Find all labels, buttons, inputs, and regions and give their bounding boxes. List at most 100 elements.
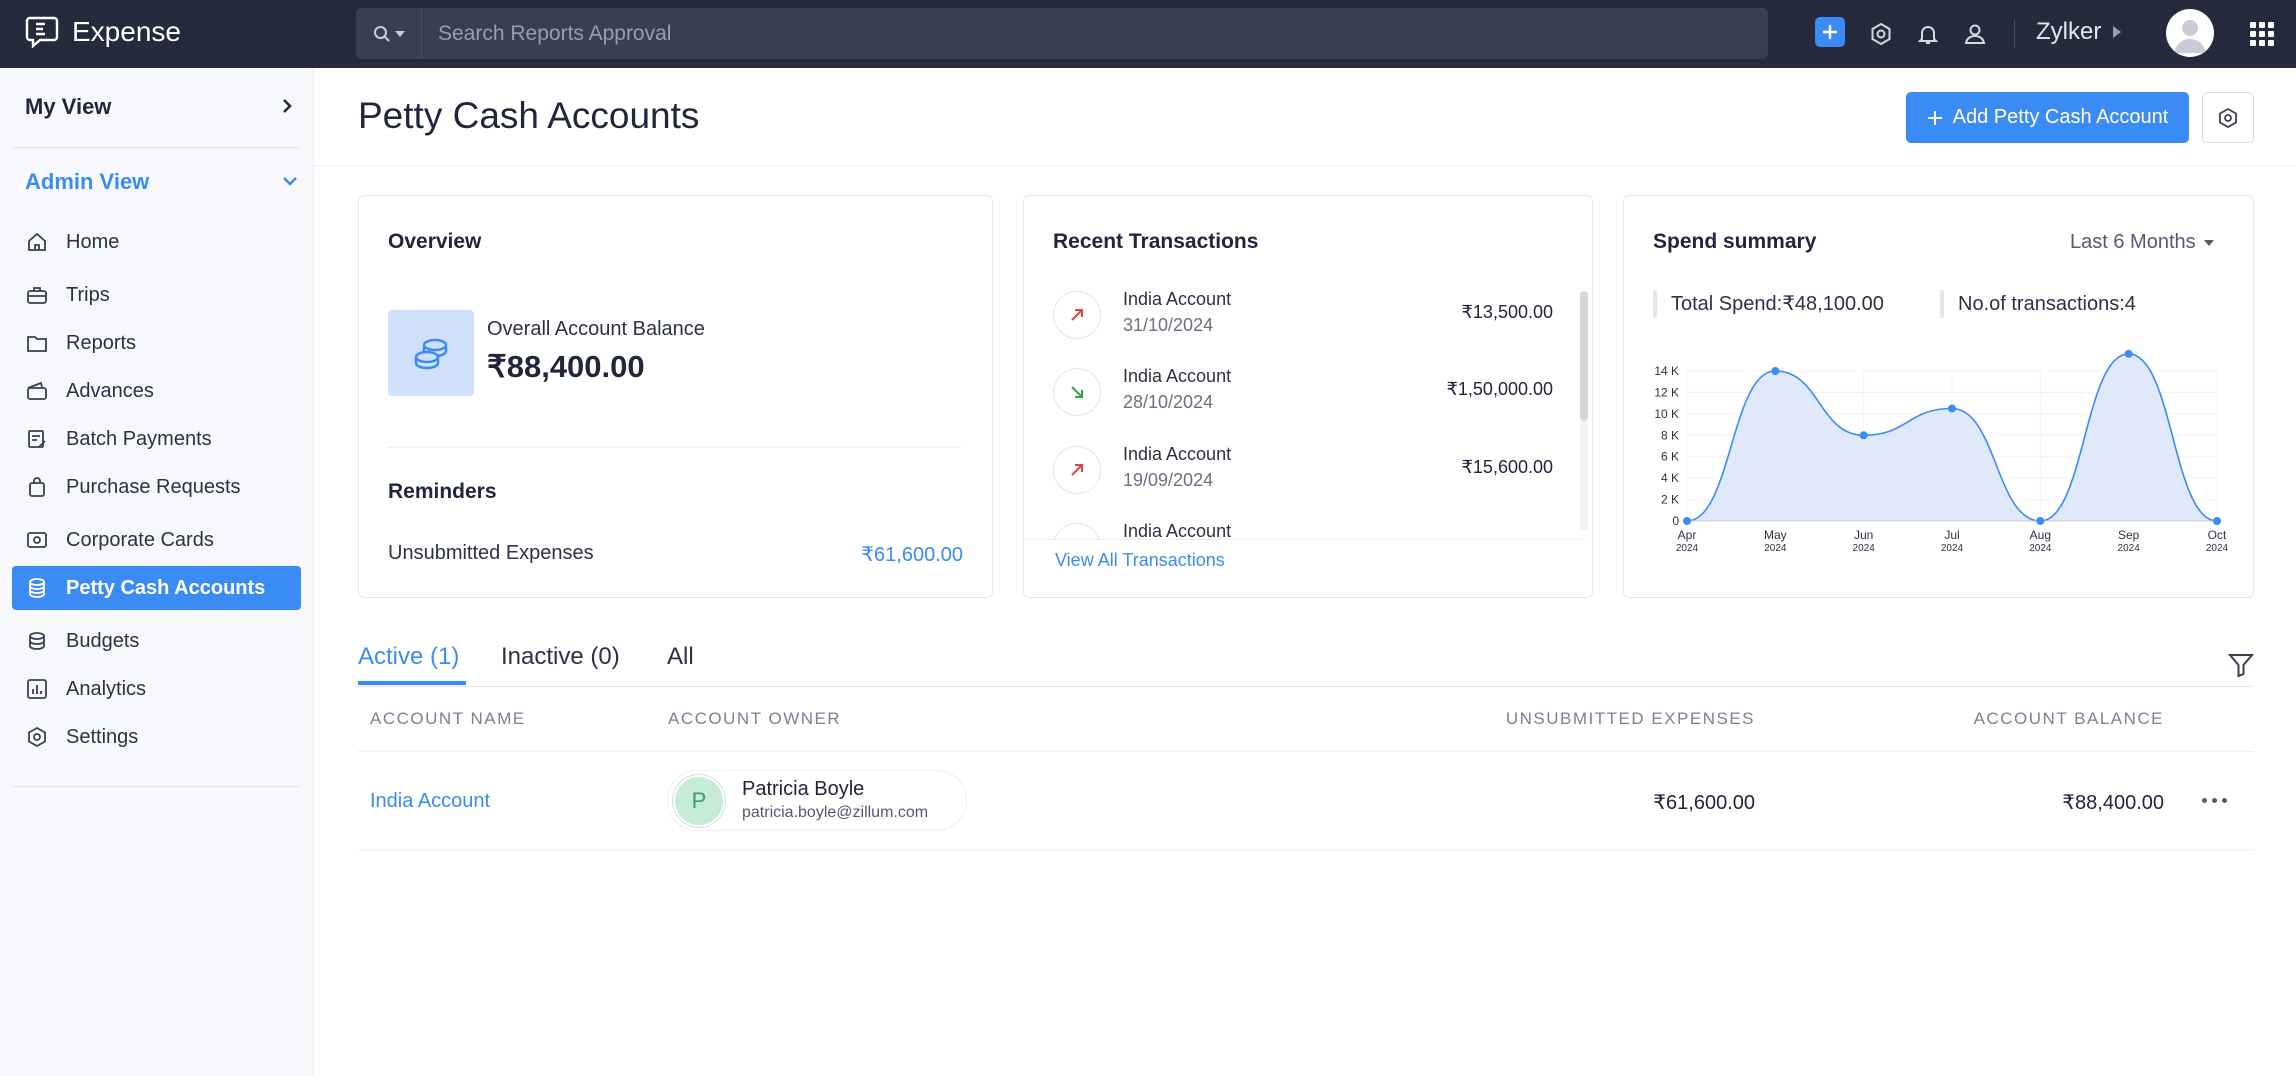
sidebar-divider	[12, 147, 300, 148]
unsubmitted-label: Unsubmitted Expenses	[388, 542, 594, 564]
y-tick-label: 6 K	[1661, 450, 1679, 464]
x-tick-label: Oct	[2208, 528, 2227, 542]
scrollbar-thumb[interactable]	[1580, 291, 1588, 421]
quick-create-button[interactable]	[1815, 17, 1845, 47]
transaction-amount: ₹13,500.00	[1461, 302, 1553, 322]
column-header-account-name[interactable]: ACCOUNT NAME	[370, 709, 526, 729]
sidebar-item-batch-payments[interactable]: Batch Payments	[12, 417, 301, 461]
x-tick-label: Apr	[1678, 528, 1697, 542]
page-title: Petty Cash Accounts	[358, 95, 700, 136]
overview-divider	[388, 447, 961, 448]
chevron-right-icon[interactable]	[282, 98, 292, 114]
account-owner-chip[interactable]: P Patricia Boyle patricia.boyle@zillum.c…	[667, 770, 967, 831]
notifications-button[interactable]	[1911, 17, 1945, 51]
sidebar-item-reports[interactable]: Reports	[12, 321, 301, 365]
app-name: Expense	[72, 16, 181, 47]
x-tick-year: 2024	[1764, 543, 1787, 554]
sidebar-item-analytics[interactable]: Analytics	[12, 667, 301, 711]
period-dropdown[interactable]: Last 6 Months	[2070, 231, 2214, 254]
x-tick-year: 2024	[1853, 543, 1876, 554]
x-tick-label: Sep	[2118, 528, 2140, 542]
sidebar-item-label: Home	[66, 230, 120, 253]
transaction-row[interactable]: India Account 31/10/2024 ₹13,500.00	[1053, 283, 1553, 353]
wallet-icon	[24, 378, 50, 404]
transaction-row[interactable]: India Account 28/10/2024 ₹1,50,000.00	[1053, 360, 1553, 430]
x-tick-label: Jul	[1944, 528, 1959, 542]
folder-icon	[24, 330, 50, 356]
org-switcher[interactable]: Zylker	[2036, 18, 2122, 46]
sidebar-item-advances[interactable]: Advances	[12, 369, 301, 413]
chevron-down-icon[interactable]	[282, 176, 298, 186]
admin-view-toggle[interactable]: Admin View	[25, 169, 149, 195]
balance-label: Overall Account Balance	[487, 318, 705, 340]
x-tick-label: May	[1764, 528, 1787, 542]
account-name-link[interactable]: India Account	[370, 790, 490, 813]
arrow-down-right-icon	[1053, 368, 1101, 416]
y-tick-label: 4 K	[1661, 471, 1679, 485]
plus-icon	[1823, 25, 1837, 39]
user-avatar[interactable]	[2166, 9, 2214, 57]
more-options-icon[interactable]	[2202, 798, 2227, 803]
tab-all[interactable]: All	[667, 643, 694, 671]
bell-icon	[1917, 26, 1939, 44]
add-petty-cash-account-button[interactable]: Add Petty Cash Account	[1906, 92, 2189, 143]
y-tick-label: 14 K	[1654, 364, 1679, 378]
sidebar-item-purchase-requests[interactable]: Purchase Requests	[12, 465, 301, 509]
column-header-account-balance[interactable]: ACCOUNT BALANCE	[1974, 709, 2164, 729]
app-launcher-icon[interactable]	[2250, 22, 2274, 46]
search-bar	[356, 8, 1768, 59]
sidebar: My View Admin View Home Trips Reports Ad…	[0, 68, 314, 1076]
table-header-divider	[358, 751, 2254, 752]
sidebar-item-corporate-cards[interactable]: Corporate Cards	[12, 518, 301, 562]
header-divider	[314, 165, 2296, 166]
column-header-account-owner[interactable]: ACCOUNT OWNER	[668, 709, 841, 729]
data-point	[2036, 517, 2045, 525]
y-tick-label: 0	[1672, 514, 1679, 528]
bag-icon	[24, 474, 50, 500]
caret-right-icon	[2113, 26, 2122, 38]
y-tick-label: 10 K	[1654, 407, 1679, 421]
column-header-unsubmitted-expenses[interactable]: UNSUBMITTED EXPENSES	[1506, 709, 1755, 729]
sidebar-item-settings[interactable]: Settings	[12, 715, 301, 759]
users-icon	[1964, 24, 1986, 44]
y-tick-label: 2 K	[1661, 493, 1679, 507]
batch-payments-icon	[24, 426, 50, 452]
overview-title: Overview	[388, 230, 482, 253]
sidebar-item-label: Purchase Requests	[66, 475, 241, 498]
transaction-row[interactable]: India Account 19/09/2024 ₹15,600.00	[1053, 438, 1553, 508]
filter-icon[interactable]	[2228, 652, 2254, 678]
tab-inactive[interactable]: Inactive (0)	[501, 643, 620, 671]
sidebar-item-trips[interactable]: Trips	[12, 273, 301, 317]
x-tick-year: 2024	[1941, 543, 1964, 554]
gear-icon	[1871, 22, 1891, 46]
spend-chart: 02 K4 K6 K8 K10 K12 K14 KApr2024May2024J…	[1654, 349, 2229, 554]
x-tick-year: 2024	[2118, 543, 2141, 554]
recent-transactions-card: Recent Transactions India Account 31/10/…	[1023, 195, 1593, 598]
transaction-date: 31/10/2024	[1123, 315, 1214, 335]
unsubmitted-value-link[interactable]: ₹61,600.00	[861, 542, 963, 567]
sidebar-item-budgets[interactable]: Budgets	[12, 619, 301, 663]
table-row-divider	[358, 849, 2254, 850]
data-point	[1948, 404, 1956, 413]
search-input[interactable]	[422, 21, 1722, 46]
sidebar-item-petty-cash-accounts[interactable]: Petty Cash Accounts	[12, 566, 301, 610]
unsubmitted-expenses-value: ₹61,600.00	[1653, 792, 1755, 814]
my-view-toggle[interactable]: My View	[25, 94, 111, 120]
sidebar-item-label: Trips	[66, 283, 110, 306]
app-logo[interactable]: Expense	[24, 14, 181, 50]
add-button-label: Add Petty Cash Account	[1952, 106, 2169, 128]
page-settings-button[interactable]	[2202, 92, 2254, 143]
settings-button[interactable]	[1864, 17, 1898, 51]
view-all-transactions-link[interactable]: View All Transactions	[1055, 550, 1225, 571]
sidebar-item-home[interactable]: Home	[12, 220, 301, 264]
balance-value: ₹88,400.00	[487, 349, 645, 384]
transactions-scrollbar[interactable]	[1580, 291, 1588, 531]
plus-icon	[1927, 110, 1942, 125]
tab-active[interactable]: Active (1)	[358, 643, 459, 671]
search-scope-dropdown[interactable]	[356, 8, 422, 59]
suitcase-icon	[24, 282, 50, 308]
contacts-button[interactable]	[1958, 17, 1992, 51]
sidebar-item-label: Analytics	[66, 677, 147, 700]
analytics-icon	[24, 676, 50, 702]
card-icon	[24, 527, 50, 553]
